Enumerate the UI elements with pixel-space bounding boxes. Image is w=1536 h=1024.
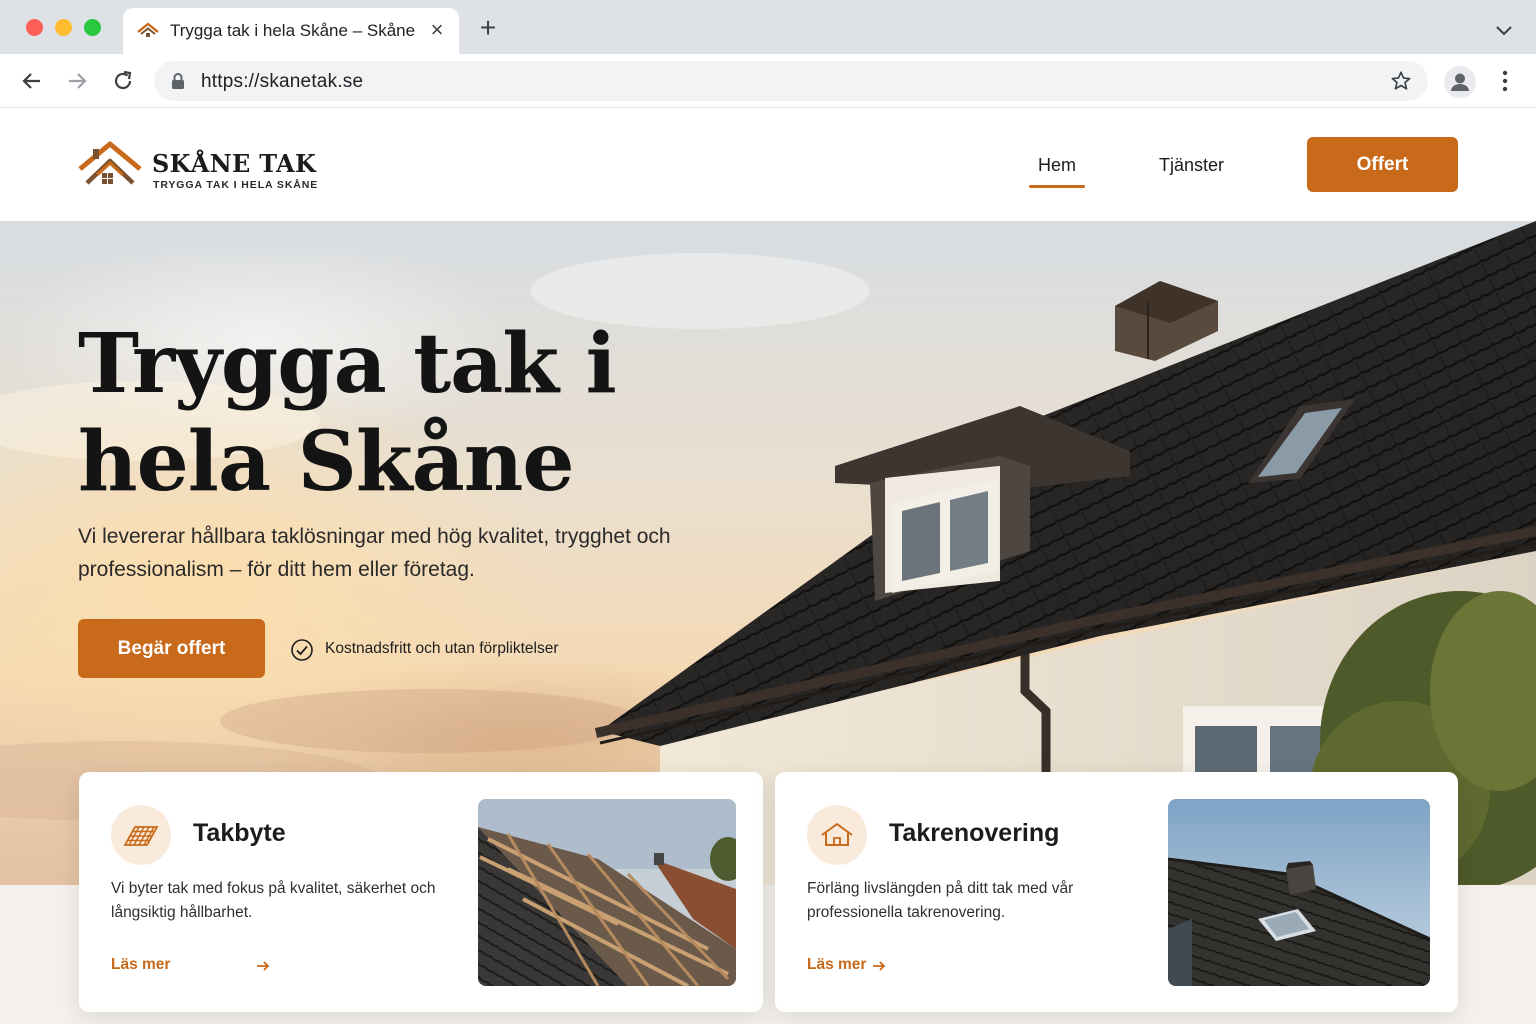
forward-arrow-icon[interactable] xyxy=(64,68,90,94)
site-favicon-icon xyxy=(137,22,159,37)
browser-menu-icon[interactable] xyxy=(1494,68,1516,94)
window-minimize-button[interactable] xyxy=(55,19,72,36)
profile-avatar-icon[interactable] xyxy=(1444,66,1476,98)
back-arrow-icon[interactable] xyxy=(19,68,45,94)
hero-title: Trygga tak i hela Skåne xyxy=(78,315,718,511)
service-card-takbyte[interactable]: Takbyte Vi byter tak med fokus på kvalit… xyxy=(79,772,763,1012)
chevron-down-icon[interactable] xyxy=(1492,18,1516,42)
url-text[interactable]: https://skanetak.se xyxy=(201,71,363,93)
browser-toolbar: https://skanetak.se xyxy=(0,54,1536,108)
browser-tab-bar: Trygga tak i hela Skåne – Skåne Tak × + xyxy=(0,0,1536,54)
window-maximize-button[interactable] xyxy=(84,19,101,36)
bookmark-star-icon[interactable] xyxy=(1390,70,1412,92)
card-title: Takbyte xyxy=(193,819,286,847)
site-header: SKÅNE TAK TRYGGA TAK I HELA SKÅNE Hem Tj… xyxy=(0,108,1536,221)
nav-link-home[interactable]: Hem xyxy=(1038,155,1076,176)
service-card-takrenovering[interactable]: Takrenovering Förläng livslängden på dit… xyxy=(775,772,1458,1012)
nav-link-services[interactable]: Tjänster xyxy=(1159,155,1224,176)
nav-active-indicator xyxy=(1029,185,1085,188)
reload-icon[interactable] xyxy=(110,68,136,94)
request-quote-button[interactable]: Begär offert xyxy=(78,619,265,678)
address-bar[interactable]: https://skanetak.se xyxy=(154,61,1428,101)
arrow-right-icon[interactable] xyxy=(256,959,270,973)
logo-tagline: TRYGGA TAK I HELA SKÅNE xyxy=(153,179,319,191)
logo-house-icon xyxy=(78,141,142,185)
hero-title-line-2: hela Skåne xyxy=(78,414,575,510)
hero-subtitle: Vi levererar hållbara taklösningar med h… xyxy=(78,525,671,581)
check-circle-icon xyxy=(291,639,313,661)
card-icon-badge xyxy=(111,805,171,865)
card-title: Takrenovering xyxy=(889,819,1060,847)
new-tab-icon[interactable]: + xyxy=(476,14,500,42)
read-more-link[interactable]: Läs mer xyxy=(111,956,170,974)
arrow-right-icon[interactable] xyxy=(872,959,886,973)
site-logo[interactable]: SKÅNE TAK TRYGGA TAK I HELA SKÅNE xyxy=(78,139,317,191)
tab-title: Trygga tak i hela Skåne – Skåne Tak xyxy=(170,21,416,40)
hero-title-line-1: Trygga tak i xyxy=(78,316,617,412)
cta-note: Kostnadsfritt och utan förpliktelser xyxy=(325,640,559,657)
quote-button[interactable]: Offert xyxy=(1307,137,1458,192)
browser-tab[interactable]: Trygga tak i hela Skåne – Skåne Tak × xyxy=(123,8,459,54)
roof-replacement-image xyxy=(478,799,736,986)
house-icon xyxy=(821,823,853,846)
roof-tiles-icon xyxy=(123,826,159,846)
card-description: Förläng livslängden på ditt tak med vår … xyxy=(807,880,1074,921)
logo-name: SKÅNE TAK xyxy=(152,149,317,178)
card-description: Vi byter tak med fokus på kvalitet, säke… xyxy=(111,880,436,921)
lock-icon xyxy=(172,73,184,89)
close-tab-icon[interactable]: × xyxy=(427,18,447,42)
card-icon-badge xyxy=(807,805,867,865)
window-close-button[interactable] xyxy=(26,19,43,36)
read-more-link[interactable]: Läs mer xyxy=(807,956,866,974)
roof-renovation-image xyxy=(1168,799,1430,986)
